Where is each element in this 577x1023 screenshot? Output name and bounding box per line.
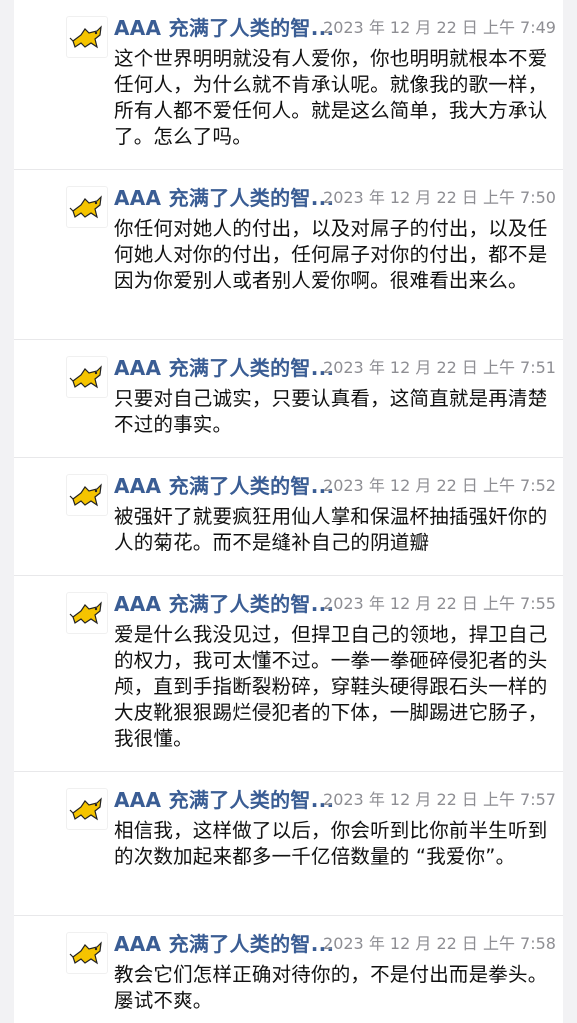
avatar[interactable] (66, 788, 108, 830)
message-text: 这个世界明明就没有人爱你，你也明明就根本不爱任何人，为什么就不肯承认呢。就像我的… (114, 47, 548, 148)
message-item[interactable]: AAA 充满了人类的智... 2023 年 12 月 22 日 上午 7:57 … (14, 772, 563, 916)
avatar[interactable] (66, 592, 108, 634)
sender-name[interactable]: AAA 充满了人类的智... (114, 470, 334, 499)
message-text: 教会它们怎样正确对待你的，不是付出而是拳头。屡试不爽。 (114, 963, 548, 1012)
message-text: 你任何对她人的付出，以及对屌子的付出，以及任何她人对你的付出，任何屌子对你的付出… (114, 217, 548, 292)
message-text: 爱是什么我没见过，但捍卫自己的领地，捍卫自己的权力，我可太懂不过。一拳一拳砸碎侵… (114, 623, 548, 750)
avatar[interactable] (66, 186, 108, 228)
timestamp: 2023 年 12 月 22 日 上午 7:51 (323, 358, 556, 377)
yellow-cat-icon (69, 601, 102, 625)
message-text: 被强奸了就要疯狂用仙人掌和保温杯抽插强奸你的人的菊花。而不是缝补自己的阴道瓣 (114, 505, 548, 554)
message-item[interactable]: AAA 充满了人类的智... 2023 年 12 月 22 日 上午 7:55 … (14, 576, 563, 772)
message-header: AAA 充满了人类的智... 2023 年 12 月 22 日 上午 7:57 (114, 784, 563, 814)
timestamp: 2023 年 12 月 22 日 上午 7:58 (323, 934, 556, 953)
sender-name[interactable]: AAA 充满了人类的智... (114, 182, 334, 211)
message-item[interactable]: AAA 充满了人类的智... 2023 年 12 月 22 日 上午 7:50 … (14, 170, 563, 340)
left-gutter (0, 0, 14, 1023)
sender-name[interactable]: AAA 充满了人类的智... (114, 352, 334, 381)
right-gutter (563, 0, 577, 1023)
message-header: AAA 充满了人类的智... 2023 年 12 月 22 日 上午 7:58 (114, 928, 563, 958)
timestamp: 2023 年 12 月 22 日 上午 7:52 (323, 476, 556, 495)
yellow-cat-icon (69, 365, 102, 389)
yellow-cat-icon (69, 195, 102, 219)
timestamp: 2023 年 12 月 22 日 上午 7:55 (323, 594, 556, 613)
sender-name[interactable]: AAA 充满了人类的智... (114, 784, 334, 813)
yellow-cat-icon (69, 941, 102, 965)
message-item[interactable]: AAA 充满了人类的智... 2023 年 12 月 22 日 上午 7:49 … (14, 0, 563, 170)
message-header: AAA 充满了人类的智... 2023 年 12 月 22 日 上午 7:52 (114, 470, 563, 500)
message-feed[interactable]: AAA 充满了人类的智... 2023 年 12 月 22 日 上午 7:49 … (14, 0, 563, 1023)
avatar[interactable] (66, 356, 108, 398)
avatar[interactable] (66, 16, 108, 58)
avatar[interactable] (66, 474, 108, 516)
yellow-cat-icon (69, 25, 102, 49)
message-item[interactable]: AAA 充满了人类的智... 2023 年 12 月 22 日 上午 7:51 … (14, 340, 563, 458)
message-header: AAA 充满了人类的智... 2023 年 12 月 22 日 上午 7:50 (114, 182, 563, 212)
avatar[interactable] (66, 932, 108, 974)
sender-name[interactable]: AAA 充满了人类的智... (114, 588, 334, 617)
timestamp: 2023 年 12 月 22 日 上午 7:57 (323, 790, 556, 809)
message-text: 相信我，这样做了以后，你会听到比你前半生听到的次数加起来都多一千亿倍数量的 “我… (114, 819, 548, 868)
timestamp: 2023 年 12 月 22 日 上午 7:50 (323, 188, 556, 207)
message-item[interactable]: AAA 充满了人类的智... 2023 年 12 月 22 日 上午 7:58 … (14, 916, 563, 1023)
sender-name[interactable]: AAA 充满了人类的智... (114, 12, 334, 41)
yellow-cat-icon (69, 797, 102, 821)
message-item[interactable]: AAA 充满了人类的智... 2023 年 12 月 22 日 上午 7:52 … (14, 458, 563, 576)
timestamp: 2023 年 12 月 22 日 上午 7:49 (323, 18, 556, 37)
message-header: AAA 充满了人类的智... 2023 年 12 月 22 日 上午 7:51 (114, 352, 563, 382)
message-header: AAA 充满了人类的智... 2023 年 12 月 22 日 上午 7:49 (114, 12, 563, 42)
message-text: 只要对自己诚实，只要认真看，这简直就是再清楚不过的事实。 (114, 387, 548, 436)
message-header: AAA 充满了人类的智... 2023 年 12 月 22 日 上午 7:55 (114, 588, 563, 618)
sender-name[interactable]: AAA 充满了人类的智... (114, 928, 334, 957)
yellow-cat-icon (69, 483, 102, 507)
